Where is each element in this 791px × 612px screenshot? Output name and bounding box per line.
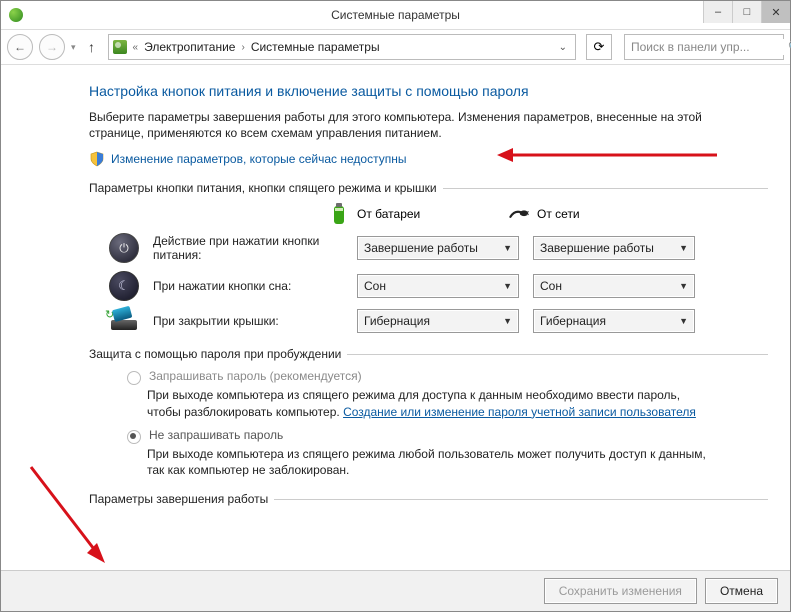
admin-row: Изменение параметров, которые сейчас нед…	[89, 151, 768, 167]
lid-on-battery-select[interactable]: Гибернация▼	[357, 309, 519, 333]
row-power-button: ⏻ Действие при нажатии кнопки питания: З…	[109, 233, 768, 263]
nav-history-dropdown[interactable]: ▾	[71, 42, 76, 53]
titlebar: Системные параметры – □ ✕	[1, 1, 790, 30]
content-body: Настройка кнопок питания и включение защ…	[1, 65, 790, 570]
password-options: Запрашивать пароль (рекомендуется) При в…	[127, 369, 768, 478]
breadcrumb-item[interactable]: Системные параметры	[251, 40, 380, 54]
option-desc: При выходе компьютера из спящего режима …	[147, 446, 707, 478]
back-button[interactable]: ←	[7, 34, 33, 60]
row-label: Действие при нажатии кнопки питания:	[153, 234, 343, 263]
radio-no-password: Не запрашивать пароль	[127, 428, 768, 444]
address-dropdown[interactable]: ⌄	[555, 42, 571, 53]
location-icon	[113, 40, 127, 54]
row-lid-close: ↻ При закрытии крышки: Гибернация▼ Гибер…	[109, 309, 768, 333]
maximize-button[interactable]: □	[732, 1, 761, 23]
col-mains: От сети	[509, 203, 659, 225]
refresh-button[interactable]: ⟳	[586, 34, 612, 60]
create-password-link[interactable]: Создание или изменение пароля учетной за…	[343, 405, 696, 419]
row-label: При закрытии крышки:	[153, 314, 343, 328]
power-on-battery-select[interactable]: Завершение работы▼	[357, 236, 519, 260]
chevron-down-icon: ▼	[679, 281, 688, 291]
chevron-down-icon: ▼	[679, 316, 688, 326]
col-battery: От батареи	[329, 203, 479, 225]
footer: Сохранить изменения Отмена	[1, 570, 790, 611]
section-label-shutdown: Параметры завершения работы	[89, 492, 768, 506]
chevron-down-icon: ▼	[503, 316, 512, 326]
chevron-down-icon: ▼	[679, 243, 688, 253]
search-box[interactable]: 🔍	[624, 34, 784, 60]
search-input[interactable]	[629, 39, 788, 55]
power-on-mains-select[interactable]: Завершение работы▼	[533, 236, 695, 260]
toolbar: ← → ▾ ↑ « Электропитание › Системные пар…	[1, 30, 790, 65]
sleep-on-battery-select[interactable]: Сон▼	[357, 274, 519, 298]
breadcrumb-item[interactable]: Электропитание	[144, 40, 235, 54]
option-title: Не запрашивать пароль	[149, 428, 283, 442]
row-sleep-button: ☾ При нажатии кнопки сна: Сон▼ Сон▼	[109, 271, 768, 301]
arrow-annotation-icon	[497, 143, 717, 167]
breadcrumb-sep: «	[133, 42, 139, 53]
page-title: Настройка кнопок питания и включение защ…	[89, 83, 768, 99]
battery-icon	[329, 203, 349, 225]
power-icon: ⏻	[109, 233, 139, 263]
admin-link[interactable]: Изменение параметров, которые сейчас нед…	[111, 152, 407, 166]
moon-icon: ☾	[109, 271, 139, 301]
chevron-down-icon: ▼	[503, 281, 512, 291]
plug-icon	[509, 203, 529, 225]
shield-icon	[89, 151, 105, 167]
radio-button	[127, 371, 141, 385]
col-mains-label: От сети	[537, 207, 580, 221]
up-button[interactable]: ↑	[82, 37, 102, 57]
save-button[interactable]: Сохранить изменения	[544, 578, 697, 604]
close-button[interactable]: ✕	[761, 1, 790, 23]
breadcrumb-sep: ›	[241, 42, 244, 53]
arrow-annotation-icon	[1, 461, 111, 570]
cancel-button[interactable]: Отмена	[705, 578, 778, 604]
window: Системные параметры – □ ✕ ← → ▾ ↑ « Элек…	[0, 0, 791, 612]
row-label: При нажатии кнопки сна:	[153, 279, 343, 293]
option-desc: При выходе компьютера из спящего режима …	[147, 387, 707, 419]
section-label-password: Защита с помощью пароля при пробуждении	[89, 347, 768, 361]
chevron-down-icon: ▼	[503, 243, 512, 253]
lid-icon: ↻	[109, 310, 139, 332]
section-label-buttons-and-lid: Параметры кнопки питания, кнопки спящего…	[89, 181, 768, 195]
minimize-button[interactable]: –	[703, 1, 732, 23]
intro-text: Выберите параметры завершения работы для…	[89, 109, 748, 141]
radio-button	[127, 430, 141, 444]
address-bar[interactable]: « Электропитание › Системные параметры ⌄	[108, 34, 576, 60]
option-title: Запрашивать пароль (рекомендуется)	[149, 369, 362, 383]
window-controls: – □ ✕	[703, 1, 790, 23]
window-title: Системные параметры	[1, 8, 790, 22]
forward-button[interactable]: →	[39, 34, 65, 60]
col-battery-label: От батареи	[357, 207, 420, 221]
column-headers: От батареи От сети	[329, 203, 768, 225]
radio-require-password: Запрашивать пароль (рекомендуется)	[127, 369, 768, 385]
lid-on-mains-select[interactable]: Гибернация▼	[533, 309, 695, 333]
sleep-on-mains-select[interactable]: Сон▼	[533, 274, 695, 298]
